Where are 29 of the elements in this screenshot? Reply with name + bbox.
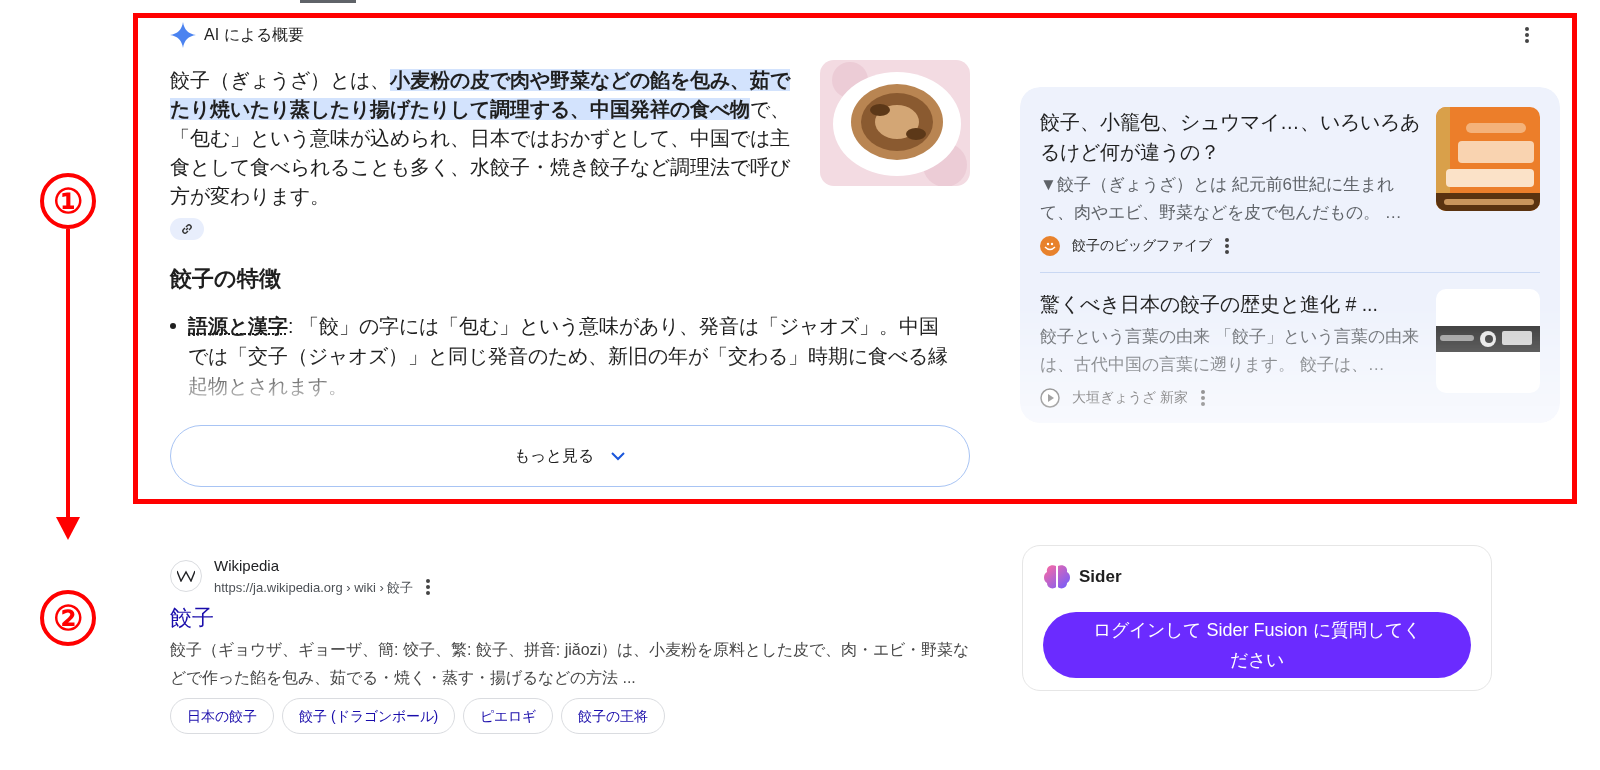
more-icon[interactable]	[1224, 236, 1230, 255]
summary-paragraph: 餃子（ぎょうざ）とは、小麦粉の皮で肉や野菜などの餡を包み、茹でたり焼いたり蒸したり揚げたりして調理する、中国発祥の食べ物で、「包む」という意味が込められ、日本ではおかずとして、中国では主食として食べられることも多く、水餃子・焼き餃子など調理法で呼び方が変わります。	[170, 68, 792, 209]
source-snippet: 餃子という言葉の由来 「餃子」という言葉の由来は、古代中国の言葉に遡ります。 餃子は、…	[1040, 326, 1420, 376]
overview-title: AI による概要	[204, 25, 304, 45]
more-button[interactable]: もっと見る	[170, 425, 970, 487]
source-snippet: ▼餃子（ぎょうざ）とは 紀元前6世紀に生まれて、肉やエビ、野菜などを皮で包んだもの。 …	[1040, 174, 1403, 224]
link-icon	[181, 222, 193, 235]
chevron-down-icon	[610, 451, 626, 461]
source-title[interactable]: 餃子、小籠包、シュウマイ…、いろいろあるけど何が違うの？	[1040, 107, 1422, 167]
w-logo-icon	[177, 570, 195, 582]
brain-icon	[1043, 564, 1071, 590]
sparkle-icon	[170, 22, 196, 48]
annotation-number: ②	[40, 590, 96, 646]
annotation-number: ①	[40, 173, 96, 229]
result-title[interactable]: 餃子	[170, 601, 214, 634]
smiley-icon	[1040, 235, 1060, 256]
more-icon[interactable]	[425, 578, 432, 597]
bullet-text: 語源と漢字: 「餃」の字には「包む」という意味があり、発音は「ジャオズ」。中国では「交子（ジャオズ）」と同じ発音のため、新旧の年が「交わる」時期に食べる縁起物とされます。	[188, 314, 949, 399]
result-url: https://ja.wikipedia.org › wiki › 餃子	[214, 578, 414, 597]
more-icon[interactable]	[1524, 26, 1530, 44]
login-button[interactable]: ログインして Sider Fusion に質問してください	[1043, 612, 1471, 678]
play-icon	[1040, 387, 1060, 408]
link-button[interactable]	[170, 217, 204, 240]
source-title[interactable]: 驚くべき日本の餃子の歴史と進化 # ...	[1040, 289, 1422, 319]
result-snippet: 餃子（ギョウザ、ギョーザ、簡: 饺子、繁: 餃子、拼音: jiǎozi）は、小麦粉を原料とした皮で、肉・エビ・野菜などで作った餡を包み、茹でる・焼く・蒸す・揚げるなどの方法 ...	[170, 640, 970, 688]
section-heading: 餃子の特徴	[170, 265, 282, 293]
site-name: Wikipedia	[214, 556, 281, 576]
sider-name: Sider	[1079, 566, 1122, 589]
source-site[interactable]: 餃子のビッグファイブ	[1072, 235, 1212, 256]
